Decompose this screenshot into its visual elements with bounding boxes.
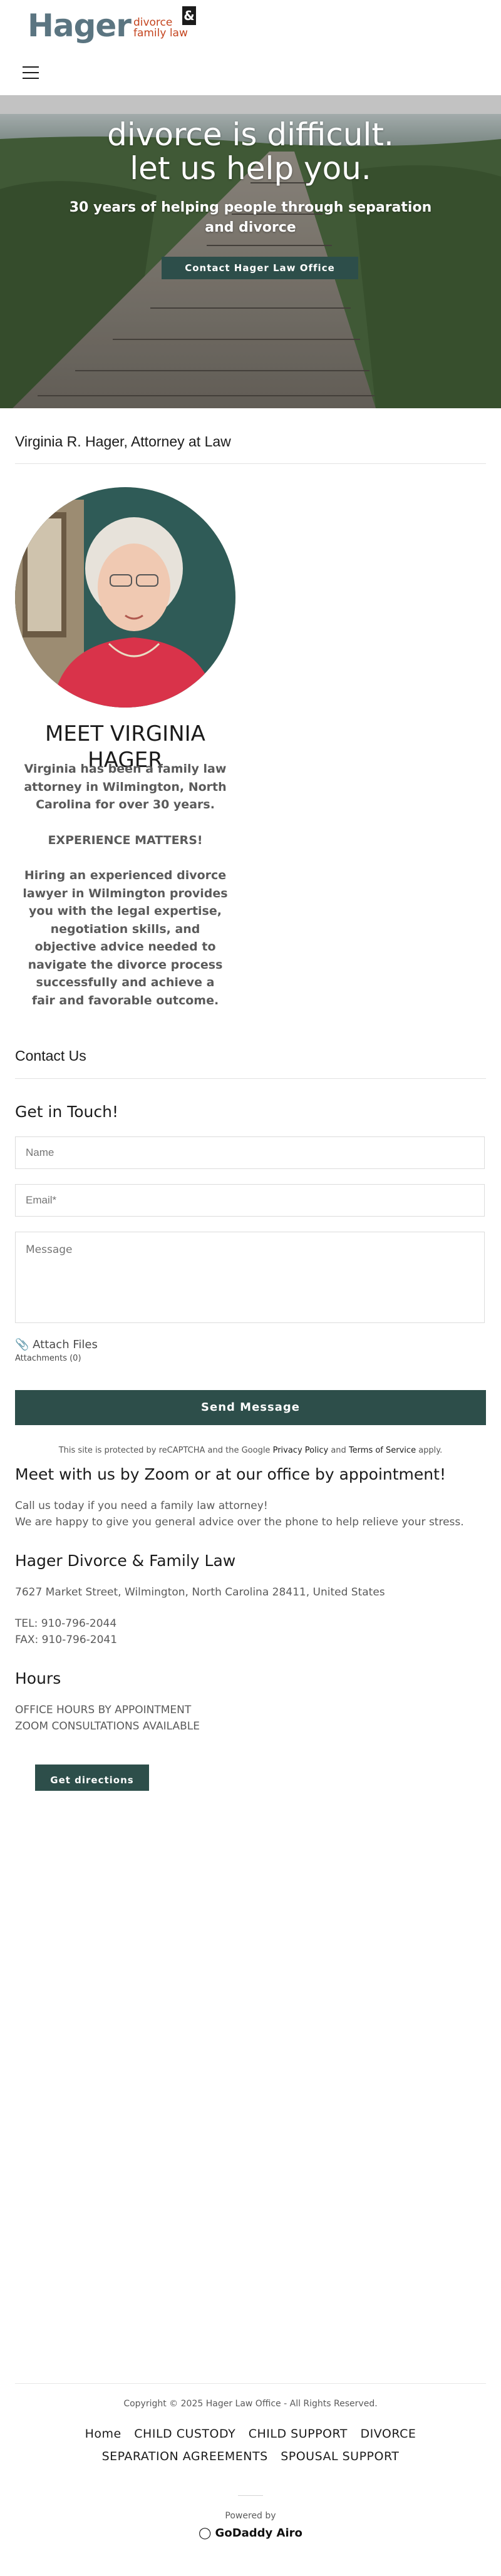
hours-line-2: ZOOM CONSULTATIONS AVAILABLE: [15, 1720, 200, 1733]
footer-nav-row-2: SEPARATION AGREEMENTS SPOUSAL SUPPORT: [0, 2450, 501, 2463]
powered-divider: [238, 2495, 263, 2496]
captcha-prefix: This site is protected by reCAPTCHA and …: [58, 1446, 271, 1455]
hero-subtitle: 30 years of helping people through separ…: [69, 200, 432, 235]
footer-divider: [15, 2383, 486, 2384]
powered-by: Powered by: [225, 2511, 276, 2521]
attorney-bio: Virginia has been a family law attorney …: [23, 760, 228, 1009]
fax-number: FAX: 910-796-2041: [15, 1634, 118, 1646]
form-title: Get in Touch!: [15, 1103, 119, 1121]
hamburger-menu-icon[interactable]: [23, 66, 39, 79]
bio-paragraph-1: Virginia has been a family law attorney …: [24, 762, 227, 811]
captcha-and: and: [331, 1446, 346, 1455]
get-directions-button[interactable]: Get directions: [35, 1765, 149, 1791]
contact-numbers: TEL: 910-796-2044 FAX: 910-796-2041: [15, 1615, 117, 1648]
footer-nav-child-custody[interactable]: CHILD CUSTODY: [134, 2427, 235, 2441]
tel-number[interactable]: TEL: 910-796-2044: [15, 1615, 117, 1632]
footer-nav-child-support[interactable]: CHILD SUPPORT: [249, 2427, 348, 2441]
contact-cta-button[interactable]: Contact Hager Law Office: [162, 257, 358, 279]
footer-nav-separation-agreements[interactable]: SEPARATION AGREEMENTS: [102, 2450, 268, 2463]
zoom-text: Call us today if you need a family law a…: [15, 1498, 464, 1530]
attachments-count: Attachments (0): [15, 1354, 81, 1363]
captcha-suffix: apply.: [418, 1446, 443, 1455]
footer-nav-divorce[interactable]: DIVORCE: [360, 2427, 416, 2441]
logo-sub-line-2: family law: [133, 27, 188, 39]
hero-headline-line-1: divorce is difficult.: [107, 116, 394, 153]
zoom-title: Meet with us by Zoom or at our office by…: [15, 1465, 446, 1483]
hero-headline: divorce is difficult. let us help you.: [0, 118, 501, 185]
logo-ampersand: &: [182, 6, 196, 25]
name-field[interactable]: [15, 1136, 485, 1169]
hours-line-1: OFFICE HOURS BY APPOINTMENT: [15, 1704, 192, 1716]
hero-headline-line-2: let us help you.: [130, 150, 371, 187]
section-divider: [15, 463, 486, 464]
site-logo[interactable]: Hager & divorce family law: [28, 6, 196, 44]
attach-files-label: Attach Files: [33, 1338, 98, 1351]
logo-wordmark: Hager: [28, 8, 132, 44]
attorney-section-title: Virginia R. Hager, Attorney at Law: [15, 433, 231, 450]
privacy-policy-link[interactable]: Privacy Policy: [273, 1446, 329, 1455]
firm-address: 7627 Market Street, Wilmington, North Ca…: [15, 1586, 385, 1599]
zoom-line-1: Call us today if you need a family law a…: [15, 1500, 268, 1512]
attorney-portrait: [15, 487, 235, 708]
hours-title: Hours: [15, 1669, 61, 1687]
footer-nav-home[interactable]: Home: [85, 2427, 121, 2441]
footer-nav-spousal-support[interactable]: SPOUSAL SUPPORT: [281, 2450, 399, 2463]
email-field[interactable]: [15, 1184, 485, 1217]
attach-files-link[interactable]: 📎 Attach Files: [15, 1338, 98, 1351]
godaddy-logo[interactable]: ◯ GoDaddy Airo: [0, 2527, 501, 2540]
recaptcha-notice: This site is protected by reCAPTCHA and …: [0, 1446, 501, 1455]
logo-subtitle: & divorce family law: [133, 6, 196, 39]
send-message-button[interactable]: Send Message: [15, 1390, 486, 1425]
godaddy-brand: GoDaddy Airo: [215, 2527, 302, 2540]
copyright: Copyright © 2025 Hager Law Office - All …: [123, 2399, 378, 2409]
bio-paragraph-2: EXPERIENCE MATTERS!: [48, 833, 203, 847]
footer-nav-row-1: Home CHILD CUSTODY CHILD SUPPORT DIVORCE: [0, 2427, 501, 2441]
message-field[interactable]: [15, 1232, 485, 1323]
bio-paragraph-3: Hiring an experienced divorce lawyer in …: [23, 868, 228, 1007]
contact-section-title: Contact Us: [15, 1048, 86, 1064]
section-divider: [15, 1078, 486, 1079]
hero-top-band: [0, 95, 501, 114]
zoom-line-2: We are happy to give you general advice …: [15, 1516, 464, 1528]
paperclip-icon: 📎: [15, 1338, 29, 1351]
terms-of-service-link[interactable]: Terms of Service: [349, 1446, 416, 1455]
hours-text: OFFICE HOURS BY APPOINTMENT ZOOM CONSULT…: [15, 1702, 200, 1734]
godaddy-icon: ◯: [199, 2527, 212, 2540]
firm-name: Hager Divorce & Family Law: [15, 1552, 236, 1570]
